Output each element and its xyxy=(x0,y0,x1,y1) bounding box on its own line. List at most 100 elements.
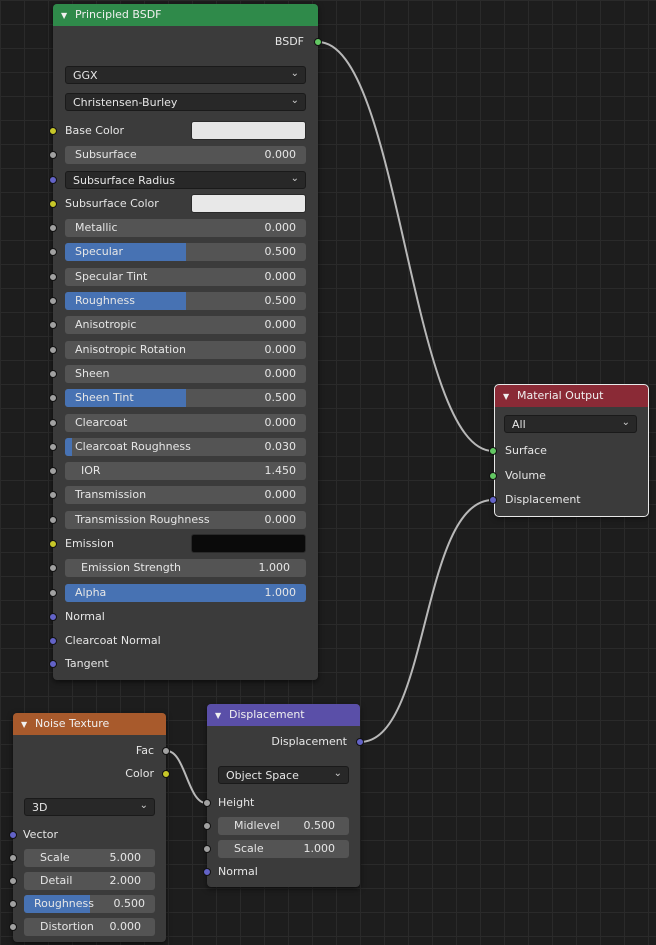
disp-normal-socket[interactable] xyxy=(203,868,211,876)
volume-label: Volume xyxy=(505,469,546,482)
collapse-arrow-icon[interactable]: ▼ xyxy=(21,714,35,736)
subsurface-radius-dropdown[interactable]: Subsurface Radius ⌄ xyxy=(65,171,306,189)
fac-socket[interactable] xyxy=(162,747,170,755)
sheen-tint-field[interactable]: Sheen Tint 0.500 xyxy=(65,389,306,407)
base-color-row: Base Color xyxy=(49,121,318,141)
subsurface-color-socket[interactable] xyxy=(49,200,57,208)
space-dropdown[interactable]: Object Space ⌄ xyxy=(218,766,349,784)
output-displacement-socket[interactable] xyxy=(489,496,497,504)
alpha-field[interactable]: Alpha 1.000 xyxy=(65,584,306,602)
transmission-field[interactable]: Transmission 0.000 xyxy=(65,486,306,504)
output-displacement-label: Displacement xyxy=(505,493,581,506)
vector-socket[interactable] xyxy=(9,831,17,839)
specular-socket[interactable] xyxy=(49,248,57,256)
specular-tint-socket[interactable] xyxy=(49,273,57,281)
sheen-field[interactable]: Sheen 0.000 xyxy=(65,365,306,383)
surface-socket[interactable] xyxy=(489,447,497,455)
detail-field[interactable]: Detail 2.000 xyxy=(24,872,155,890)
dimensions-dropdown[interactable]: 3D ⌄ xyxy=(24,798,155,816)
midlevel-socket[interactable] xyxy=(203,822,211,830)
roughness-field[interactable]: Roughness 0.500 xyxy=(65,292,306,310)
transmission-socket[interactable] xyxy=(49,491,57,499)
subsurface-color-label: Subsurface Color xyxy=(65,197,159,210)
link-displacement-to-output[interactable] xyxy=(359,499,494,743)
sheen-socket[interactable] xyxy=(49,370,57,378)
noise-texture-header[interactable]: ▼ Noise Texture xyxy=(13,713,166,735)
output-target-dropdown[interactable]: All ⌄ xyxy=(504,415,637,433)
subsurface-socket[interactable] xyxy=(49,151,57,159)
transmission-label: Transmission xyxy=(75,488,147,501)
noise-texture-node[interactable]: ▼ Noise Texture Fac Color 3D ⌄ Vector Sca… xyxy=(9,713,170,942)
anisotropic-field[interactable]: Anisotropic 0.000 xyxy=(65,316,306,334)
link-fac-to-height[interactable] xyxy=(166,750,207,804)
alpha-label: Alpha xyxy=(75,586,107,599)
base-color-swatch[interactable] xyxy=(191,121,306,140)
noise-roughness-field[interactable]: Roughness 0.500 xyxy=(24,895,155,913)
midlevel-field[interactable]: Midlevel 0.500 xyxy=(218,817,349,835)
anisotropic-rotation-value: 0.000 xyxy=(264,343,297,356)
noise-scale-field[interactable]: Scale 5.000 xyxy=(24,849,155,867)
disp-scale-socket[interactable] xyxy=(203,845,211,853)
chevron-down-icon: ⌄ xyxy=(621,417,630,428)
roughness-socket[interactable] xyxy=(49,297,57,305)
emission-label: Emission xyxy=(65,537,114,550)
subsurface-method-dropdown[interactable]: Christensen-Burley ⌄ xyxy=(65,93,306,111)
distortion-field[interactable]: Distortion 0.000 xyxy=(24,918,155,936)
specular-tint-field[interactable]: Specular Tint 0.000 xyxy=(65,268,306,286)
noise-roughness-value: 0.500 xyxy=(113,897,146,910)
transmission-roughness-socket[interactable] xyxy=(49,516,57,524)
collapse-arrow-icon[interactable]: ▼ xyxy=(215,705,229,727)
principled-bsdf-node[interactable]: ▼ Principled BSDF BSDF GGX ⌄ Christensen-… xyxy=(49,4,322,680)
noise-roughness-socket[interactable] xyxy=(9,900,17,908)
clearcoat-roughness-field[interactable]: Clearcoat Roughness 0.030 xyxy=(65,438,306,456)
ior-socket[interactable] xyxy=(49,467,57,475)
anisotropic-rotation-socket[interactable] xyxy=(49,346,57,354)
clearcoat-normal-socket[interactable] xyxy=(49,637,57,645)
metallic-socket[interactable] xyxy=(49,224,57,232)
specular-field[interactable]: Specular 0.500 xyxy=(65,243,306,261)
emission-strength-field[interactable]: Emission Strength 1.000 xyxy=(65,559,306,577)
anisotropic-rotation-field[interactable]: Anisotropic Rotation 0.000 xyxy=(65,341,306,359)
disp-scale-field[interactable]: Scale 1.000 xyxy=(218,840,349,858)
anisotropic-socket[interactable] xyxy=(49,321,57,329)
material-output-header[interactable]: ▼ Material Output xyxy=(495,385,648,407)
clearcoat-field[interactable]: Clearcoat 0.000 xyxy=(65,414,306,432)
emission-socket[interactable] xyxy=(49,540,57,548)
collapse-arrow-icon[interactable]: ▼ xyxy=(503,386,517,408)
detail-socket[interactable] xyxy=(9,877,17,885)
specular-tint-label: Specular Tint xyxy=(75,270,148,283)
principled-bsdf-header[interactable]: ▼ Principled BSDF xyxy=(53,4,318,26)
emission-strength-label: Emission Strength xyxy=(81,561,182,574)
chevron-down-icon: ⌄ xyxy=(139,800,148,811)
distortion-socket[interactable] xyxy=(9,923,17,931)
volume-socket[interactable] xyxy=(489,472,497,480)
material-output-node[interactable]: ▼ Material Output All ⌄ Surface Volume Di… xyxy=(489,384,649,517)
subsurface-radius-socket[interactable] xyxy=(49,176,57,184)
collapse-arrow-icon[interactable]: ▼ xyxy=(61,5,75,27)
metallic-field[interactable]: Metallic 0.000 xyxy=(65,219,306,237)
base-color-socket[interactable] xyxy=(49,127,57,135)
sheen-tint-socket[interactable] xyxy=(49,394,57,402)
bsdf-output-row: BSDF xyxy=(53,32,322,52)
bsdf-output-socket[interactable] xyxy=(314,38,322,46)
subsurface-field[interactable]: Subsurface 0.000 xyxy=(65,146,306,164)
transmission-roughness-field[interactable]: Transmission Roughness 0.000 xyxy=(65,511,306,529)
height-socket[interactable] xyxy=(203,799,211,807)
ior-field[interactable]: IOR 1.450 xyxy=(65,462,306,480)
distribution-dropdown[interactable]: GGX ⌄ xyxy=(65,66,306,84)
base-color-label: Base Color xyxy=(65,124,125,137)
emission-strength-socket[interactable] xyxy=(49,564,57,572)
displacement-output-socket[interactable] xyxy=(356,738,364,746)
subsurface-color-swatch[interactable] xyxy=(191,194,306,213)
color-socket[interactable] xyxy=(162,770,170,778)
clearcoat-roughness-socket[interactable] xyxy=(49,443,57,451)
displacement-header[interactable]: ▼ Displacement xyxy=(207,704,360,726)
emission-swatch[interactable] xyxy=(191,534,306,553)
displacement-node[interactable]: ▼ Displacement Displacement Object Space … xyxy=(203,704,364,887)
normal-socket[interactable] xyxy=(49,613,57,621)
noise-scale-socket[interactable] xyxy=(9,854,17,862)
clearcoat-socket[interactable] xyxy=(49,419,57,427)
alpha-socket[interactable] xyxy=(49,589,57,597)
tangent-socket[interactable] xyxy=(49,660,57,668)
link-bsdf-to-surface[interactable] xyxy=(317,41,494,452)
